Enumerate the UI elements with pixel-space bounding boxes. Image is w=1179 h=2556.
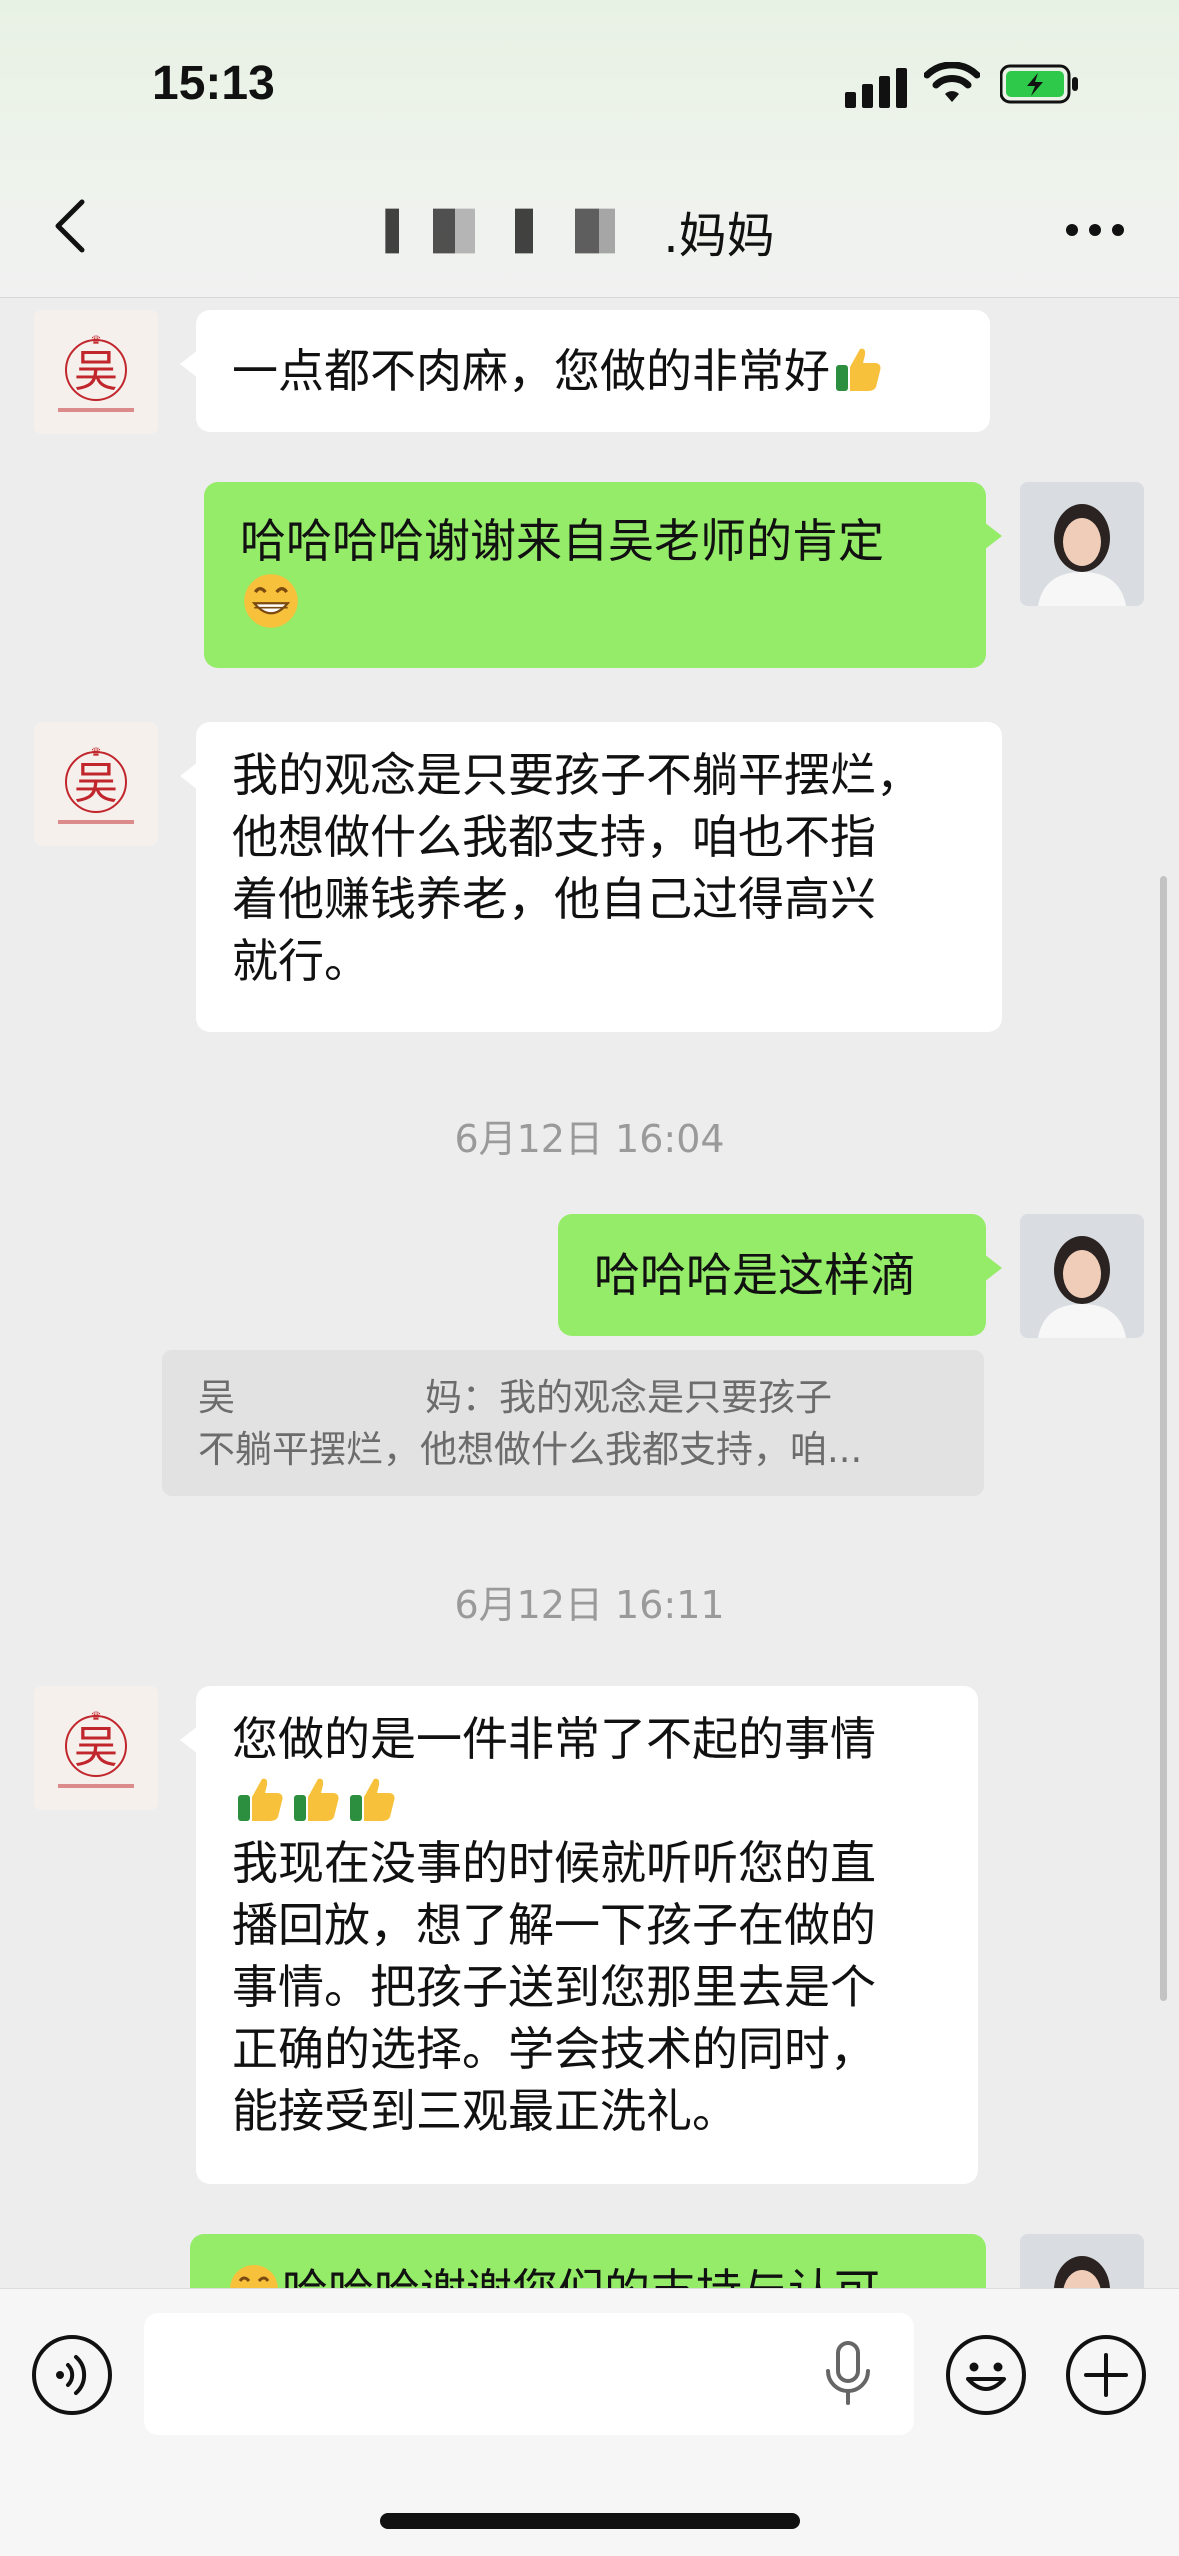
avatar-self[interactable] <box>1020 2234 1144 2288</box>
message-line: 您做的是一件非常了不起的事情 <box>232 1712 876 1766</box>
emoji-face-icon[interactable] <box>944 2333 1028 2417</box>
teacher-logo-icon: ♛ 吴 <box>34 1686 158 1810</box>
grin-emoji <box>230 2265 278 2288</box>
message-line: 播回放，想了解一下孩子在做的 <box>232 1898 876 1952</box>
message-bubble[interactable]: 一点都不肉麻，您做的非常好 <box>180 310 990 432</box>
chat-history[interactable]: ♛ 吴 一点都不肉麻，您做的非常好 哈哈哈哈谢谢来自吴老师的肯定 ♛ 吴 我的观… <box>0 298 1179 2288</box>
battery-charging-icon <box>1000 64 1078 104</box>
plus-icon[interactable] <box>1064 2333 1148 2417</box>
input-bar <box>0 2288 1179 2556</box>
scrollbar[interactable] <box>1160 876 1167 2001</box>
message-line: 正确的选择。学会技术的同时， <box>232 2022 876 2076</box>
thumbs-up-emoji <box>238 1778 283 1821</box>
message-bubble[interactable]: 我的观念是只要孩子不躺平摆烂， 他想做什么我都支持，咱也不指 着他赚钱养老，他自… <box>180 722 1002 1032</box>
message-line: 事情。把孩子送到您那里去是个 <box>232 1960 876 2014</box>
avatar-self[interactable] <box>1020 482 1144 606</box>
message-line: 他想做什么我都支持，咱也不指 <box>232 810 876 864</box>
wifi-icon <box>924 62 980 102</box>
more-icon <box>1066 224 1124 236</box>
mic-icon[interactable] <box>820 2341 876 2407</box>
quote-line-2: 不躺平摆烂，他想做什么我都支持，咱... <box>198 1428 863 1471</box>
message-line: 着他赚钱养老，他自己过得高兴 <box>232 872 876 926</box>
message-bubble[interactable]: 您做的是一件非常了不起的事情 我现在没事的时候就听听您的直 播回放，想了解一下孩… <box>180 1686 978 2184</box>
message-bubble-self[interactable]: 哈哈哈是这样滴 <box>558 1214 1002 1336</box>
message-timestamp: 6月12日 16:04 <box>454 1117 725 1161</box>
grin-emoji <box>244 574 298 628</box>
redacted-name <box>385 208 656 254</box>
back-button[interactable] <box>40 190 100 262</box>
self-portrait-icon <box>1020 1214 1144 1338</box>
home-indicator[interactable] <box>380 2513 800 2529</box>
message-bubble-self[interactable]: 哈哈哈哈谢谢来自吴老师的肯定 <box>204 482 1002 668</box>
self-portrait-icon <box>1020 482 1144 606</box>
voice-icon[interactable] <box>30 2333 114 2417</box>
avatar-teacher[interactable]: ♛ 吴 <box>34 310 158 434</box>
top-bar: 15:13 .妈妈 <box>0 0 1179 298</box>
thumbs-up-row <box>232 1770 942 1832</box>
message-timestamp: 6月12日 16:11 <box>454 1583 725 1627</box>
message-line: 我现在没事的时候就听听您的直 <box>232 1836 876 1890</box>
chat-title-text: .妈妈 <box>663 208 775 264</box>
teacher-logo-icon: ♛ 吴 <box>34 722 158 846</box>
cellular-signal-icon <box>845 68 907 108</box>
message-text: 哈哈哈是这样滴 <box>594 1248 916 1302</box>
message-text: 哈哈哈谢谢您们的支持与认可 <box>282 2264 880 2288</box>
avatar-self[interactable] <box>1020 1214 1144 1338</box>
quote-line-1: 吴 妈：我的观念是只要孩子 <box>198 1372 948 1424</box>
avatar-teacher[interactable]: ♛ 吴 <box>34 722 158 846</box>
message-line: 能接受到三观最正洗礼。 <box>232 2084 738 2138</box>
message-line: 我的观念是只要孩子不躺平摆烂， <box>232 748 922 802</box>
message-text: 一点都不肉麻，您做的非常好 <box>232 344 830 398</box>
more-button[interactable] <box>1060 200 1130 260</box>
svg-text:吴: 吴 <box>74 346 118 397</box>
quote-text: 我的观念是只要孩子 <box>499 1376 832 1419</box>
status-time: 15:13 <box>152 57 275 110</box>
self-portrait-icon <box>1020 2234 1144 2288</box>
message-line: 就行。 <box>232 934 370 988</box>
svg-text:吴: 吴 <box>74 758 118 809</box>
thumbs-up-emoji <box>294 1778 339 1821</box>
quoted-message[interactable]: 吴 妈：我的观念是只要孩子 不躺平摆烂，他想做什么我都支持，咱... <box>162 1350 984 1496</box>
chevron-left-icon <box>55 199 85 253</box>
chat-title: .妈妈 <box>300 196 860 266</box>
svg-text:吴: 吴 <box>74 1722 118 1773</box>
quote-sender-end: 妈： <box>425 1376 499 1419</box>
message-bubble-self[interactable]: 哈哈哈谢谢您们的支持与认可 <box>190 2234 986 2288</box>
quote-sender-start: 吴 <box>198 1376 235 1419</box>
message-input[interactable] <box>144 2313 914 2435</box>
message-text: 哈哈哈哈谢谢来自吴老师的肯定 <box>240 514 884 568</box>
thumbs-up-emoji <box>350 1778 395 1821</box>
thumbs-up-emoji <box>836 348 881 391</box>
avatar-teacher[interactable]: ♛ 吴 <box>34 1686 158 1810</box>
teacher-logo-icon: ♛ 吴 <box>34 310 158 434</box>
